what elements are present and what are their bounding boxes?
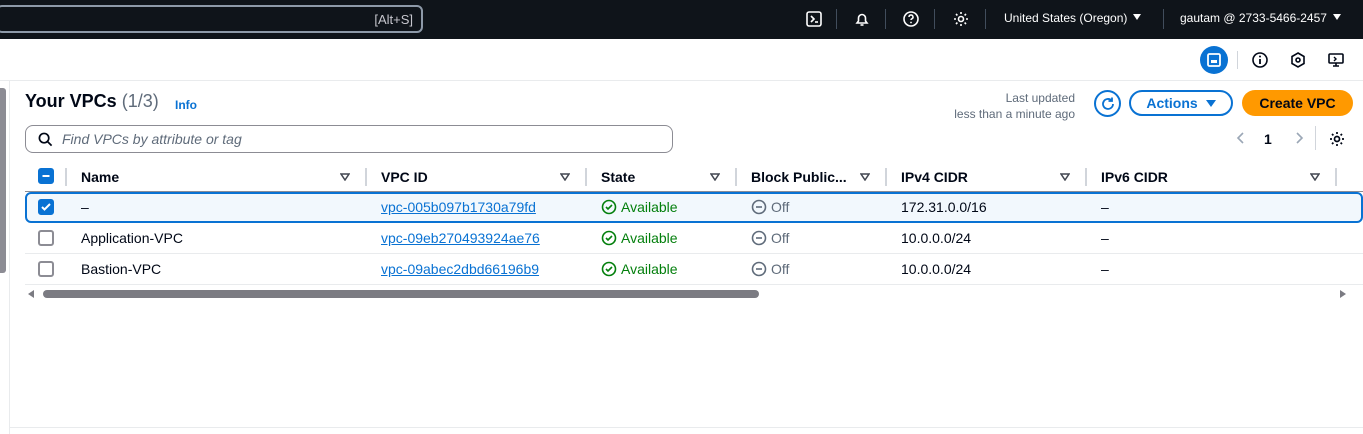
global-search-box[interactable]: [Alt+S] bbox=[0, 5, 423, 33]
status-off-icon bbox=[751, 199, 767, 215]
cell-ipv6-cidr: – bbox=[1101, 199, 1109, 215]
vpc-table: Name VPC ID State Block Public... IPv4 C… bbox=[25, 163, 1363, 285]
column-header-ipv6-cidr[interactable]: IPv6 CIDR bbox=[1101, 163, 1168, 191]
row-checkbox[interactable] bbox=[38, 230, 54, 246]
cell-name: – bbox=[81, 199, 89, 215]
status-off-icon bbox=[751, 261, 767, 277]
cell-vpc-id-link[interactable]: vpc-09eb270493924ae76 bbox=[381, 223, 540, 254]
last-updated-label: Last updated bbox=[1005, 91, 1075, 105]
cell-state: Available bbox=[601, 223, 678, 254]
row-checkbox[interactable] bbox=[38, 261, 54, 277]
cell-vpc-id-link[interactable]: vpc-005b097b1730a79fd bbox=[381, 194, 536, 221]
status-check-icon bbox=[601, 230, 617, 246]
status-check-icon bbox=[601, 199, 617, 215]
table-row[interactable]: – vpc-005b097b1730a79fd Available Off 17… bbox=[25, 192, 1363, 223]
sort-icon[interactable] bbox=[710, 173, 720, 181]
cell-vpc-id-link[interactable]: vpc-09abec2dbd66196b9 bbox=[381, 254, 539, 285]
sort-icon[interactable] bbox=[1060, 173, 1070, 181]
page-number[interactable]: 1 bbox=[1264, 131, 1272, 147]
chevron-left-icon[interactable] bbox=[1234, 131, 1248, 145]
sort-icon[interactable] bbox=[340, 173, 350, 181]
cell-name: Application-VPC bbox=[81, 230, 183, 246]
preferences-gear-icon[interactable] bbox=[1328, 130, 1346, 148]
cell-ipv4-cidr: 172.31.0.0/16 bbox=[901, 199, 987, 215]
account-label: gautam @ 2733-5466-2457 bbox=[1180, 11, 1327, 25]
chevron-down-icon bbox=[1332, 14, 1341, 20]
region-label: United States (Oregon) bbox=[1004, 11, 1128, 25]
actions-label: Actions bbox=[1146, 95, 1198, 111]
state-label: Available bbox=[621, 230, 678, 246]
state-label: Available bbox=[621, 199, 678, 215]
status-check-icon bbox=[601, 261, 617, 277]
selection-count: (1/3) bbox=[121, 91, 159, 111]
chevron-down-icon bbox=[1205, 99, 1216, 107]
vpc-table-panel: Your VPCs (1/3) Info Last updated less t… bbox=[10, 81, 1363, 434]
search-shortcut-hint: [Alt+S] bbox=[374, 12, 413, 27]
block-public-label: Off bbox=[771, 230, 790, 246]
row-checkbox[interactable] bbox=[38, 199, 54, 215]
cell-ipv6-cidr: – bbox=[1101, 230, 1109, 246]
cell-block-public: Off bbox=[751, 194, 789, 221]
chevron-right-icon[interactable] bbox=[1292, 131, 1306, 145]
column-header-vpc-id[interactable]: VPC ID bbox=[381, 163, 428, 191]
actions-button[interactable]: Actions bbox=[1129, 90, 1233, 116]
block-public-label: Off bbox=[771, 261, 790, 277]
refresh-button[interactable] bbox=[1094, 90, 1121, 117]
create-vpc-button[interactable]: Create VPC bbox=[1242, 90, 1353, 116]
last-updated: Last updated less than a minute ago bbox=[954, 90, 1075, 122]
chevron-down-icon bbox=[1133, 14, 1142, 20]
scrollbar-thumb[interactable] bbox=[43, 290, 759, 298]
search-input[interactable] bbox=[62, 130, 662, 148]
state-label: Available bbox=[621, 261, 678, 277]
region-selector[interactable]: United States (Oregon) bbox=[1004, 11, 1142, 25]
info-link[interactable]: Info bbox=[175, 98, 197, 112]
panel-icon[interactable] bbox=[1200, 46, 1228, 74]
bell-icon[interactable] bbox=[851, 8, 873, 30]
cell-ipv4-cidr: 10.0.0.0/24 bbox=[901, 230, 972, 246]
column-header-block-public[interactable]: Block Public... bbox=[751, 163, 847, 191]
refresh-icon bbox=[1101, 97, 1114, 110]
remote-icon[interactable] bbox=[1322, 46, 1350, 74]
scroll-right-icon[interactable] bbox=[1340, 290, 1346, 298]
scroll-left-icon[interactable] bbox=[28, 290, 34, 298]
table-row[interactable]: Bastion-VPC vpc-09abec2dbd66196b9 Availa… bbox=[25, 254, 1363, 285]
cell-block-public: Off bbox=[751, 254, 789, 285]
cloudshell-icon[interactable] bbox=[803, 8, 825, 30]
hexagon-icon[interactable] bbox=[1284, 46, 1312, 74]
last-updated-value: less than a minute ago bbox=[954, 107, 1075, 121]
column-header-ipv4-cidr[interactable]: IPv4 CIDR bbox=[901, 163, 968, 191]
table-header: Name VPC ID State Block Public... IPv4 C… bbox=[25, 163, 1363, 191]
cell-ipv4-cidr: 10.0.0.0/24 bbox=[901, 261, 972, 277]
column-header-state[interactable]: State bbox=[601, 163, 635, 191]
cell-state: Available bbox=[601, 194, 678, 221]
cell-name: Bastion-VPC bbox=[81, 261, 162, 277]
sort-icon[interactable] bbox=[1310, 173, 1320, 181]
table-row[interactable]: Application-VPC vpc-09eb270493924ae76 Av… bbox=[25, 223, 1363, 254]
status-off-icon bbox=[751, 230, 767, 246]
side-nav-scroll-handle[interactable] bbox=[0, 88, 6, 273]
sort-icon[interactable] bbox=[560, 173, 570, 181]
column-header-name[interactable]: Name bbox=[81, 163, 119, 191]
cell-state: Available bbox=[601, 254, 678, 285]
console-top-bar: [Alt+S] United States (Oregon) gautam @ … bbox=[0, 0, 1363, 39]
page-title: Your VPCs (1/3) bbox=[25, 91, 159, 112]
gear-icon[interactable] bbox=[950, 8, 972, 30]
horizontal-scrollbar[interactable] bbox=[28, 288, 1348, 300]
title-text: Your VPCs bbox=[25, 91, 117, 111]
filter-box[interactable] bbox=[25, 125, 673, 153]
account-menu[interactable]: gautam @ 2733-5466-2457 bbox=[1180, 11, 1341, 25]
select-all-checkbox[interactable] bbox=[38, 168, 54, 184]
cell-block-public: Off bbox=[751, 223, 789, 254]
help-icon[interactable] bbox=[900, 8, 922, 30]
cell-ipv6-cidr: – bbox=[1101, 261, 1109, 277]
secondary-toolbar bbox=[0, 39, 1363, 81]
block-public-label: Off bbox=[771, 199, 790, 215]
search-icon bbox=[38, 132, 53, 147]
sort-icon[interactable] bbox=[860, 173, 870, 181]
info-icon[interactable] bbox=[1246, 46, 1274, 74]
